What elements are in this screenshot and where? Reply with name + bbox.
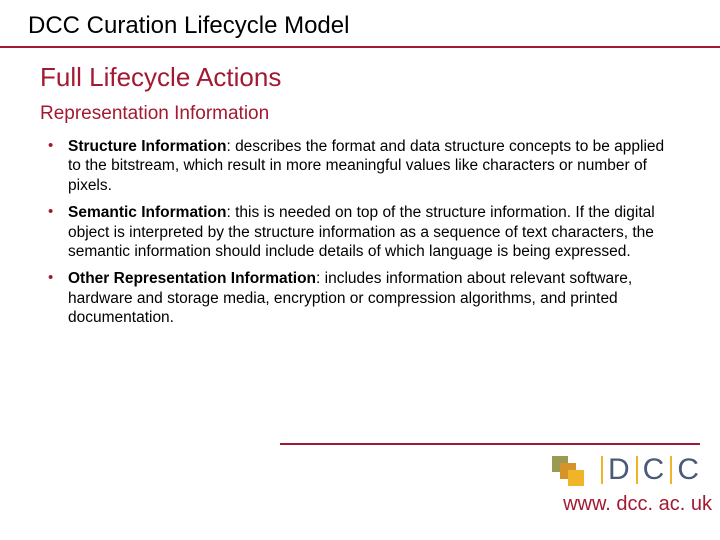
main-heading: Full Lifecycle Actions [40, 62, 680, 93]
logo-bar-icon [601, 456, 603, 484]
logo-bar-icon [636, 456, 638, 484]
footer-divider [280, 443, 700, 445]
logo-letter: C [677, 453, 700, 487]
logo-squares-icon [552, 456, 586, 484]
bullet-term: Semantic Information [68, 204, 226, 221]
bullet-list: Structure Information: describes the for… [40, 137, 680, 327]
slide-footer: D C C www. dcc. ac. uk [400, 443, 720, 516]
bullet-term: Structure Information [68, 138, 226, 155]
slide-content: Full Lifecycle Actions Representation In… [0, 48, 720, 327]
list-item: Other Representation Information: includ… [44, 269, 680, 327]
logo-text: D C C [596, 453, 700, 487]
logo-bar-icon [670, 456, 672, 484]
list-item: Semantic Information: this is needed on … [44, 203, 680, 261]
bullet-term: Other Representation Information [68, 270, 316, 287]
slide-header-title: DCC Curation Lifecycle Model [28, 12, 692, 40]
logo-letter: D [608, 453, 631, 487]
logo: D C C [400, 453, 720, 487]
sub-heading: Representation Information [40, 103, 680, 125]
logo-letter: C [643, 453, 666, 487]
footer-url: www. dcc. ac. uk [400, 493, 720, 516]
slide-header: DCC Curation Lifecycle Model [0, 0, 720, 46]
list-item: Structure Information: describes the for… [44, 137, 680, 195]
